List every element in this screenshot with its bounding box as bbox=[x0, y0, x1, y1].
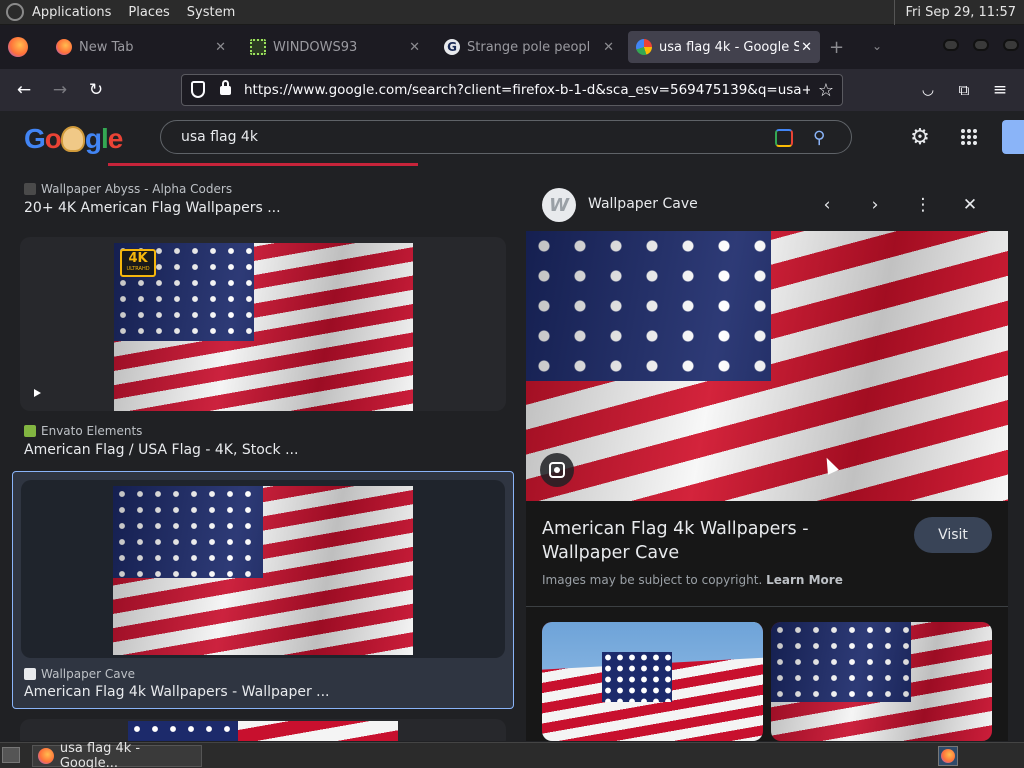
news-icon: G bbox=[444, 39, 460, 55]
flag-thumbnail bbox=[113, 486, 413, 655]
apps-grid-icon[interactable] bbox=[957, 125, 981, 149]
related-image-thumbnail[interactable] bbox=[542, 622, 763, 741]
selected-result[interactable]: Wallpaper Cave American Flag 4k Wallpape… bbox=[12, 471, 514, 709]
show-desktop-icon[interactable] bbox=[2, 747, 20, 763]
result-card[interactable] bbox=[21, 480, 505, 658]
image-results: Wallpaper Abyss - Alpha Coders 20+ 4K Am… bbox=[0, 163, 518, 741]
lens-camera-icon[interactable] bbox=[775, 129, 793, 147]
divider bbox=[526, 606, 1008, 607]
shield-icon[interactable] bbox=[191, 81, 205, 98]
learn-more-link[interactable]: Learn More bbox=[766, 573, 843, 587]
4k-badge: 4K ULTRAHD bbox=[120, 249, 156, 277]
result-source[interactable]: Wallpaper Abyss - Alpha Coders bbox=[24, 182, 232, 196]
previous-result-edge bbox=[108, 163, 418, 166]
preview-title[interactable]: American Flag 4k Wallpapers - Wallpaper … bbox=[542, 517, 898, 565]
result-title[interactable]: American Flag / USA Flag - 4K, Stock ... bbox=[24, 442, 298, 458]
result-title[interactable]: 20+ 4K American Flag Wallpapers ... bbox=[24, 200, 281, 216]
result-source[interactable]: Wallpaper Cave bbox=[24, 667, 135, 681]
taskbar-window-button[interactable]: usa flag 4k - Google... bbox=[32, 741, 202, 768]
preview-source[interactable]: Wallpaper Cave bbox=[588, 196, 698, 212]
tab-title: Strange pole peopl bbox=[467, 39, 591, 55]
reload-icon[interactable]: ↻ bbox=[83, 77, 109, 103]
workspace-switcher[interactable] bbox=[938, 746, 958, 766]
image-preview-panel: W Wallpaper Cave ‹ › ⋮ ✕ American Flag 4… bbox=[526, 179, 1008, 741]
firefox-view-icon[interactable] bbox=[8, 37, 28, 57]
distro-logo-icon[interactable] bbox=[6, 3, 24, 21]
windows93-icon bbox=[250, 39, 266, 55]
search-query[interactable]: usa flag 4k bbox=[181, 129, 258, 145]
menu-places[interactable]: Places bbox=[128, 5, 169, 20]
wallpaper-cave-logo-icon[interactable]: W bbox=[542, 188, 576, 222]
url-text[interactable]: https://www.google.com/search?client=fir… bbox=[244, 82, 810, 98]
firefox-icon bbox=[56, 39, 72, 55]
bottom-taskbar: usa flag 4k - Google... bbox=[0, 741, 1024, 768]
top-panel: Applications Places System Fri Sep 29, 1… bbox=[0, 0, 1024, 25]
menu-system[interactable]: System bbox=[187, 5, 235, 20]
tab-strange-pole[interactable]: G Strange pole peopl ✕ bbox=[436, 31, 622, 63]
clock[interactable]: Fri Sep 29, 11:57 bbox=[894, 0, 1024, 25]
visit-button[interactable]: Visit bbox=[914, 517, 992, 553]
tab-list-chevron-icon[interactable]: ⌄ bbox=[872, 39, 882, 53]
preview-header: W Wallpaper Cave ‹ › ⋮ ✕ bbox=[526, 179, 1008, 231]
hamburger-menu-icon[interactable]: ≡ bbox=[987, 77, 1013, 103]
window-close-button[interactable] bbox=[1003, 39, 1019, 51]
close-tab-icon[interactable]: ✕ bbox=[801, 40, 812, 55]
play-icon[interactable] bbox=[34, 389, 41, 397]
search-icon[interactable]: ⚲ bbox=[813, 128, 825, 148]
google-logo[interactable]: Go gle bbox=[24, 123, 123, 155]
back-arrow-icon[interactable]: ← bbox=[11, 77, 37, 103]
more-options-icon[interactable]: ⋮ bbox=[912, 194, 934, 216]
wallpaper-cave-icon bbox=[24, 668, 36, 680]
url-bar[interactable]: https://www.google.com/search?client=fir… bbox=[181, 74, 843, 106]
pocket-icon[interactable]: ◡ bbox=[915, 77, 941, 103]
preview-flag-image[interactable] bbox=[526, 231, 1008, 501]
result-title[interactable]: American Flag 4k Wallpapers - Wallpaper … bbox=[24, 684, 330, 700]
extensions-icon[interactable]: ⧉ bbox=[951, 77, 977, 103]
flag-thumbnail bbox=[128, 721, 398, 741]
new-tab-plus-icon[interactable]: + bbox=[829, 37, 844, 58]
tab-new-tab[interactable]: New Tab ✕ bbox=[48, 31, 234, 63]
firefox-icon bbox=[38, 748, 54, 764]
tab-strip: New Tab ✕ WINDOWS93 ✕ G Strange pole peo… bbox=[0, 25, 1024, 69]
flag-thumbnail: 4K ULTRAHD bbox=[114, 243, 413, 411]
window-maximize-button[interactable] bbox=[973, 39, 989, 51]
previous-chevron-icon[interactable]: ‹ bbox=[816, 194, 838, 216]
alpha-coders-icon bbox=[24, 183, 36, 195]
result-source[interactable]: Envato Elements bbox=[24, 424, 142, 438]
lens-search-icon[interactable] bbox=[540, 453, 574, 487]
google-header: Go gle usa flag 4k ⚲ ⚙ bbox=[0, 111, 1024, 163]
close-tab-icon[interactable]: ✕ bbox=[409, 40, 420, 55]
tab-title: usa flag 4k - Google Se bbox=[659, 39, 799, 55]
settings-gear-icon[interactable]: ⚙ bbox=[906, 123, 934, 151]
tab-windows93[interactable]: WINDOWS93 ✕ bbox=[242, 31, 428, 63]
doodle-icon bbox=[60, 126, 85, 152]
tab-title: WINDOWS93 bbox=[273, 39, 358, 55]
tab-title: New Tab bbox=[79, 39, 134, 55]
window-minimize-button[interactable] bbox=[943, 39, 959, 51]
envato-icon bbox=[24, 425, 36, 437]
result-card[interactable] bbox=[20, 719, 506, 741]
copyright-notice: Images may be subject to copyright. Lear… bbox=[542, 573, 843, 587]
menu-applications[interactable]: Applications bbox=[32, 5, 111, 20]
firefox-icon bbox=[941, 749, 955, 763]
navigation-bar: ← → ↻ https://www.google.com/search?clie… bbox=[0, 69, 1024, 111]
related-image-thumbnail[interactable] bbox=[771, 622, 992, 741]
forward-arrow-icon[interactable]: → bbox=[47, 77, 73, 103]
bookmark-star-icon[interactable]: ☆ bbox=[818, 80, 834, 101]
google-icon bbox=[636, 39, 652, 55]
close-tab-icon[interactable]: ✕ bbox=[215, 40, 226, 55]
close-tab-icon[interactable]: ✕ bbox=[603, 40, 614, 55]
result-card[interactable]: 4K ULTRAHD bbox=[20, 237, 506, 411]
tab-google-search[interactable]: usa flag 4k - Google Se ✕ bbox=[628, 31, 820, 63]
close-icon[interactable]: ✕ bbox=[959, 194, 981, 216]
next-chevron-icon[interactable]: › bbox=[864, 194, 886, 216]
sign-in-button[interactable] bbox=[1002, 120, 1024, 154]
search-box[interactable]: usa flag 4k ⚲ bbox=[160, 120, 852, 154]
